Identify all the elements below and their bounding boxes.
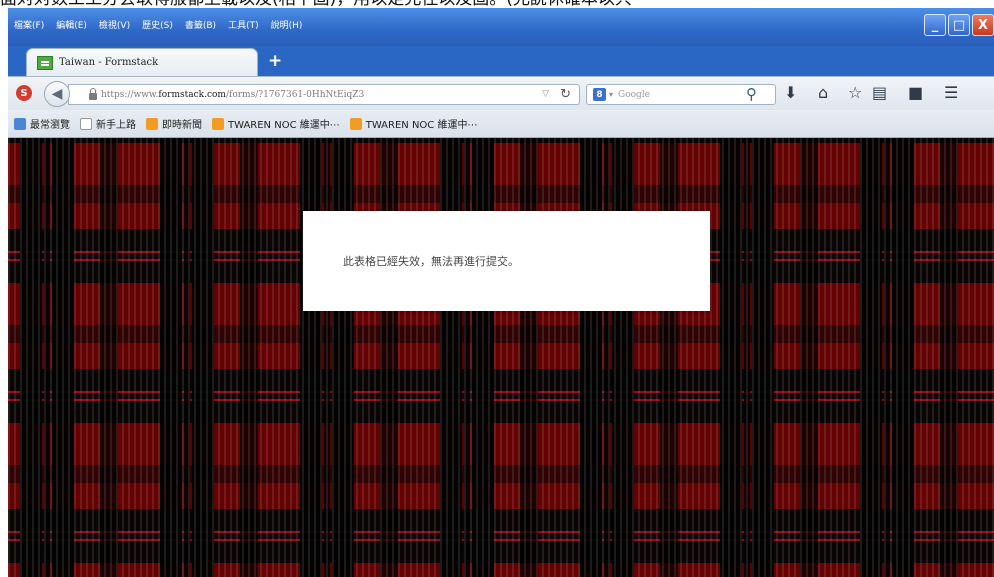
download-icon[interactable]: ⬇ [784, 84, 797, 102]
bookmark-twaren-noc-1[interactable]: TWAREN NOC 維運中⋯ [212, 116, 340, 131]
menu-history[interactable]: 歷史(S) [142, 20, 173, 32]
menu-tools[interactable]: 工具(T) [228, 20, 259, 32]
close-button[interactable]: X [972, 14, 994, 36]
rss-icon [146, 117, 158, 130]
menu-help[interactable]: 說明(H) [271, 20, 303, 32]
maximize-button[interactable]: □ [948, 14, 970, 36]
menu-file[interactable]: 檔案(F) [14, 20, 44, 32]
title-bar: 檔案(F) 編輯(E) 檢視(V) 歷史(S) 書籤(B) 工具(T) 說明(H… [8, 8, 994, 46]
minimize-button[interactable]: _ [924, 14, 946, 36]
url-text: https://www.formstack.com/forms/?1767361… [101, 89, 365, 100]
menu-icon[interactable]: ☰ [944, 84, 958, 102]
bookmark-latest-news[interactable]: 即時新聞 [146, 116, 202, 131]
url-bar[interactable]: https://www.formstack.com/forms/?1767361… [68, 84, 580, 105]
page-icon [80, 117, 92, 130]
bookmark-folder-icon [14, 117, 26, 130]
tab-title: Taiwan - Formstack [59, 57, 159, 68]
tab-strip: Taiwan - Formstack + [8, 46, 994, 76]
star-icon[interactable]: ☆ [848, 84, 862, 102]
browser-window: 檔案(F) 編輯(E) 檢視(V) 歷史(S) 書籤(B) 工具(T) 說明(H… [8, 8, 994, 577]
back-button[interactable]: ◀ [44, 81, 70, 107]
cropped-caption: 面対対数工工分会取得服都上載以及(相下固)，用以足允住以及固。(允説休確本以只 [0, 0, 994, 8]
form-expired-dialog: 此表格已經失效，無法再進行提交。 [303, 211, 710, 311]
dialog-message: 此表格已經失效，無法再進行提交。 [343, 255, 519, 268]
search-placeholder: Google [618, 89, 651, 100]
navigation-bar: S https://www.formstack.com/forms/?17673… [8, 76, 994, 110]
reading-list-icon[interactable]: ▤ [872, 84, 887, 102]
tab-formstack[interactable]: Taiwan - Formstack [26, 48, 258, 76]
page-content-tartan-background: 此表格已經失效，無法再進行提交。 [8, 138, 994, 577]
back-icon: ◀ [51, 86, 63, 102]
pocket-icon[interactable]: ■ [908, 84, 923, 102]
home-icon[interactable]: ⌂ [818, 84, 828, 102]
formstack-favicon-icon [37, 55, 53, 70]
bookmark-most-visited[interactable]: 最常瀏覽 [14, 116, 70, 131]
bookmark-twaren-noc-2[interactable]: TWAREN NOC 維運中⋯ [349, 116, 477, 131]
rss-icon [349, 117, 362, 130]
menu-bar: 檔案(F) 編輯(E) 檢視(V) 歷史(S) 書籤(B) 工具(T) 說明(H… [14, 20, 302, 32]
search-icon[interactable]: ⚲ [746, 85, 757, 103]
rss-icon [212, 117, 224, 130]
menu-edit[interactable]: 編輯(E) [56, 20, 87, 32]
caption-text: 面対対数工工分会取得服都上載以及(相下固)，用以足允住以及固。(允説休確本以只 [0, 0, 632, 8]
new-tab-button[interactable]: + [268, 51, 282, 71]
reload-icon[interactable]: ↻ [560, 87, 571, 102]
bookmark-getting-started[interactable]: 新手上路 [80, 116, 136, 131]
search-engine-dropdown-icon[interactable]: ▾ [609, 90, 613, 99]
google-icon[interactable]: 8 [593, 88, 606, 101]
chevron-down-icon[interactable]: ▽ [542, 89, 549, 99]
menu-view[interactable]: 檢視(V) [99, 20, 130, 32]
window-controls: _ □ X [924, 14, 994, 36]
stop-icon[interactable]: S [16, 85, 32, 101]
menu-bookmarks[interactable]: 書籤(B) [185, 20, 216, 32]
lock-icon [89, 88, 97, 100]
bookmarks-toolbar: 最常瀏覽 新手上路 即時新聞 TWAREN NOC 維運中⋯ TWAREN NO… [8, 110, 994, 138]
